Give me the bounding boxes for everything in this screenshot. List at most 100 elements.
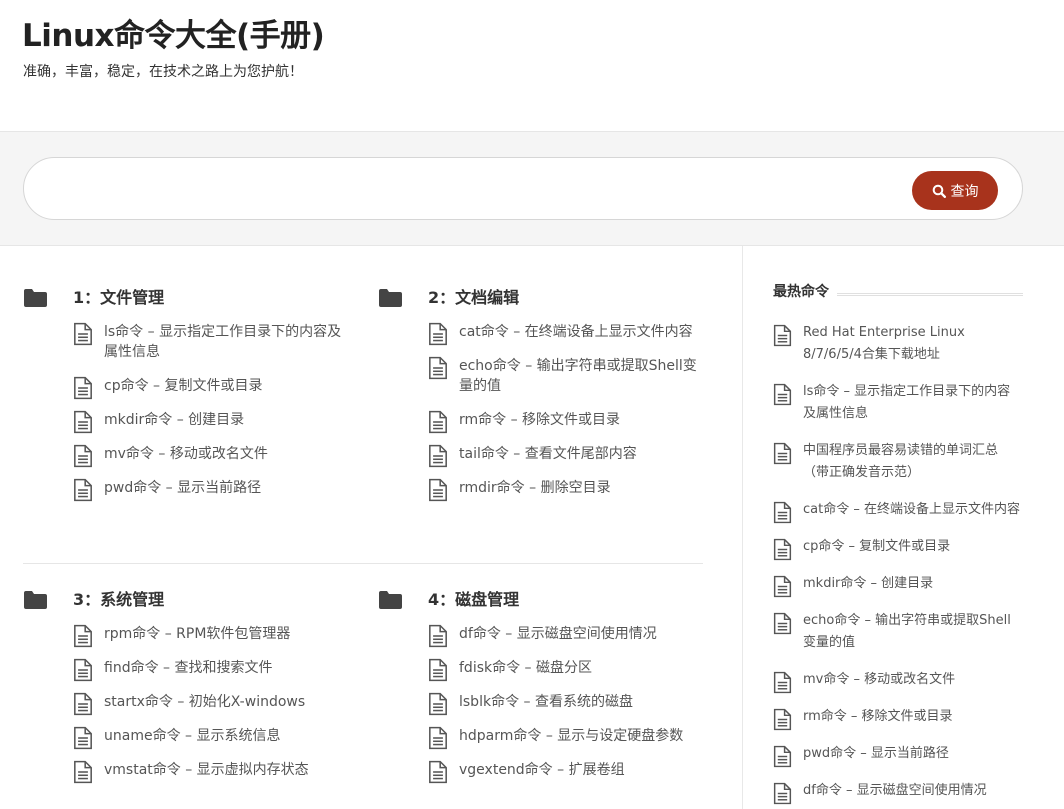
hot-command-link[interactable]: Red Hat Enterprise Linux 8/7/6/5/4合集下载地址 <box>803 325 965 362</box>
command-link[interactable]: rm命令 – 移除文件或目录 <box>459 412 620 428</box>
list-item: rpm命令 – RPM软件包管理器 <box>73 624 353 648</box>
command-link[interactable]: mkdir命令 – 创建目录 <box>104 412 244 428</box>
list-item: cp命令 – 复制文件或目录 <box>73 376 353 400</box>
site-header: Linux命令大全(手册) 准确，丰富，稳定，在技术之路上为您护航！ <box>0 0 1064 131</box>
command-link[interactable]: vgextend命令 – 扩展卷组 <box>459 762 625 778</box>
document-icon <box>429 356 447 380</box>
command-link[interactable]: mv命令 – 移动或改名文件 <box>104 446 268 462</box>
sidebar: 最热命令 Red Hat Enterprise Linux 8/7/6/5/4合… <box>742 246 1064 809</box>
hot-command-link[interactable]: ls命令 – 显示指定工作目录下的内容及属性信息 <box>803 384 1010 421</box>
command-link[interactable]: fdisk命令 – 磁盘分区 <box>459 660 592 676</box>
document-icon <box>773 782 792 805</box>
document-icon <box>773 501 792 524</box>
hot-command-link[interactable]: 中国程序员最容易读错的单词汇总（带正确发音示范） <box>803 443 998 480</box>
document-icon <box>773 575 792 598</box>
site-description: 准确，丰富，稳定，在技术之路上为您护航！ <box>23 64 303 80</box>
site-title[interactable]: Linux命令大全(手册) <box>22 10 325 55</box>
hot-command-link[interactable]: df命令 – 显示磁盘空间使用情况 <box>803 783 987 798</box>
document-icon <box>429 692 447 716</box>
list-item: find命令 – 查找和搜索文件 <box>73 658 353 682</box>
hot-command-link[interactable]: mv命令 – 移动或改名文件 <box>803 672 955 687</box>
document-icon <box>74 658 92 682</box>
list-item: cat命令 – 在终端设备上显示文件内容 <box>773 499 1023 524</box>
list-item: pwd命令 – 显示当前路径 <box>73 478 353 502</box>
list-item: rm命令 – 移除文件或目录 <box>428 410 708 434</box>
folder-icon <box>379 591 402 609</box>
category-title[interactable]: 3：系统管理 <box>73 588 164 612</box>
sidebar-title: 最热命令 <box>773 282 837 302</box>
category-title[interactable]: 1：文件管理 <box>73 286 164 310</box>
category-command-list: ls命令 – 显示指定工作目录下的内容及属性信息 cp命令 – 复制文件或目录 mk… <box>73 322 353 512</box>
list-item: echo命令 – 输出字符串或提取Shell变量的值 <box>428 356 708 396</box>
list-item: ls命令 – 显示指定工作目录下的内容及属性信息 <box>773 381 1023 425</box>
document-icon <box>74 322 92 346</box>
document-icon <box>429 624 447 648</box>
list-item: mkdir命令 – 创建目录 <box>73 410 353 434</box>
hot-command-link[interactable]: pwd命令 – 显示当前路径 <box>803 746 949 761</box>
search-input[interactable] <box>48 172 908 206</box>
list-item: tail命令 – 查看文件尾部内容 <box>428 444 708 468</box>
category-title[interactable]: 2：文档编辑 <box>428 286 519 310</box>
document-icon <box>74 478 92 502</box>
command-link[interactable]: pwd命令 – 显示当前路径 <box>104 480 261 496</box>
list-item: cat命令 – 在终端设备上显示文件内容 <box>428 322 708 346</box>
command-link[interactable]: cat命令 – 在终端设备上显示文件内容 <box>459 324 693 340</box>
document-icon <box>429 410 447 434</box>
document-icon <box>74 726 92 750</box>
command-link[interactable]: df命令 – 显示磁盘空间使用情况 <box>459 626 657 642</box>
command-link[interactable]: find命令 – 查找和搜索文件 <box>104 660 272 676</box>
command-link[interactable]: hdparm命令 – 显示与设定硬盘参数 <box>459 728 683 744</box>
document-icon <box>773 671 792 694</box>
document-icon <box>74 692 92 716</box>
hot-command-link[interactable]: cp命令 – 复制文件或目录 <box>803 539 950 554</box>
command-link[interactable]: startx命令 – 初始化X-windows <box>104 694 305 710</box>
search-button[interactable]: 查询 <box>912 171 998 210</box>
list-item: vmstat命令 – 显示虚拟内存状态 <box>73 760 353 784</box>
command-link[interactable]: uname命令 – 显示系统信息 <box>104 728 280 744</box>
category-command-list: rpm命令 – RPM软件包管理器 find命令 – 查找和搜索文件 startx命… <box>73 624 353 794</box>
search-icon <box>932 184 946 198</box>
main-content: 1：文件管理 ls命令 – 显示指定工作目录下的内容及属性信息 cp命令 – 复制文… <box>0 246 742 809</box>
document-icon <box>773 708 792 731</box>
list-item: 中国程序员最容易读错的单词汇总（带正确发音示范） <box>773 440 1023 484</box>
document-icon <box>773 383 792 406</box>
list-item: ls命令 – 显示指定工作目录下的内容及属性信息 <box>73 322 353 362</box>
command-link[interactable]: ls命令 – 显示指定工作目录下的内容及属性信息 <box>104 324 341 360</box>
category-title[interactable]: 4：磁盘管理 <box>428 588 519 612</box>
list-item: df命令 – 显示磁盘空间使用情况 <box>773 780 1023 805</box>
document-icon <box>74 760 92 784</box>
hot-command-link[interactable]: cat命令 – 在终端设备上显示文件内容 <box>803 502 1020 517</box>
command-link[interactable]: rpm命令 – RPM软件包管理器 <box>104 626 290 642</box>
document-icon <box>429 478 447 502</box>
search-button-label: 查询 <box>950 183 979 200</box>
list-item: cp命令 – 复制文件或目录 <box>773 536 1023 561</box>
document-icon <box>74 624 92 648</box>
command-link[interactable]: rmdir命令 – 删除空目录 <box>459 480 611 496</box>
command-link[interactable]: echo命令 – 输出字符串或提取Shell变量的值 <box>459 358 697 394</box>
hot-command-link[interactable]: rm命令 – 移除文件或目录 <box>803 709 953 724</box>
document-icon <box>429 726 447 750</box>
document-icon <box>773 442 792 465</box>
section-divider <box>23 563 703 564</box>
command-link[interactable]: vmstat命令 – 显示虚拟内存状态 <box>104 762 309 778</box>
document-icon <box>429 658 447 682</box>
list-item: pwd命令 – 显示当前路径 <box>773 743 1023 768</box>
list-item: uname命令 – 显示系统信息 <box>73 726 353 750</box>
command-link[interactable]: cp命令 – 复制文件或目录 <box>104 378 262 394</box>
command-link[interactable]: lsblk命令 – 查看系统的磁盘 <box>459 694 633 710</box>
hot-command-link[interactable]: mkdir命令 – 创建目录 <box>803 576 933 591</box>
list-item: echo命令 – 输出字符串或提取Shell变量的值 <box>773 610 1023 654</box>
search-band: 查询 <box>0 131 1064 246</box>
list-item: vgextend命令 – 扩展卷组 <box>428 760 708 784</box>
hot-command-link[interactable]: echo命令 – 输出字符串或提取Shell变量的值 <box>803 613 1011 650</box>
list-item: lsblk命令 – 查看系统的磁盘 <box>428 692 708 716</box>
folder-icon <box>24 591 47 609</box>
document-icon <box>773 538 792 561</box>
command-link[interactable]: tail命令 – 查看文件尾部内容 <box>459 446 637 462</box>
document-icon <box>74 376 92 400</box>
folder-icon <box>379 289 402 307</box>
category-command-list: df命令 – 显示磁盘空间使用情况 fdisk命令 – 磁盘分区 lsblk命令 –… <box>428 624 708 794</box>
list-item: fdisk命令 – 磁盘分区 <box>428 658 708 682</box>
list-item: startx命令 – 初始化X-windows <box>73 692 353 716</box>
list-item: mv命令 – 移动或改名文件 <box>773 669 1023 694</box>
